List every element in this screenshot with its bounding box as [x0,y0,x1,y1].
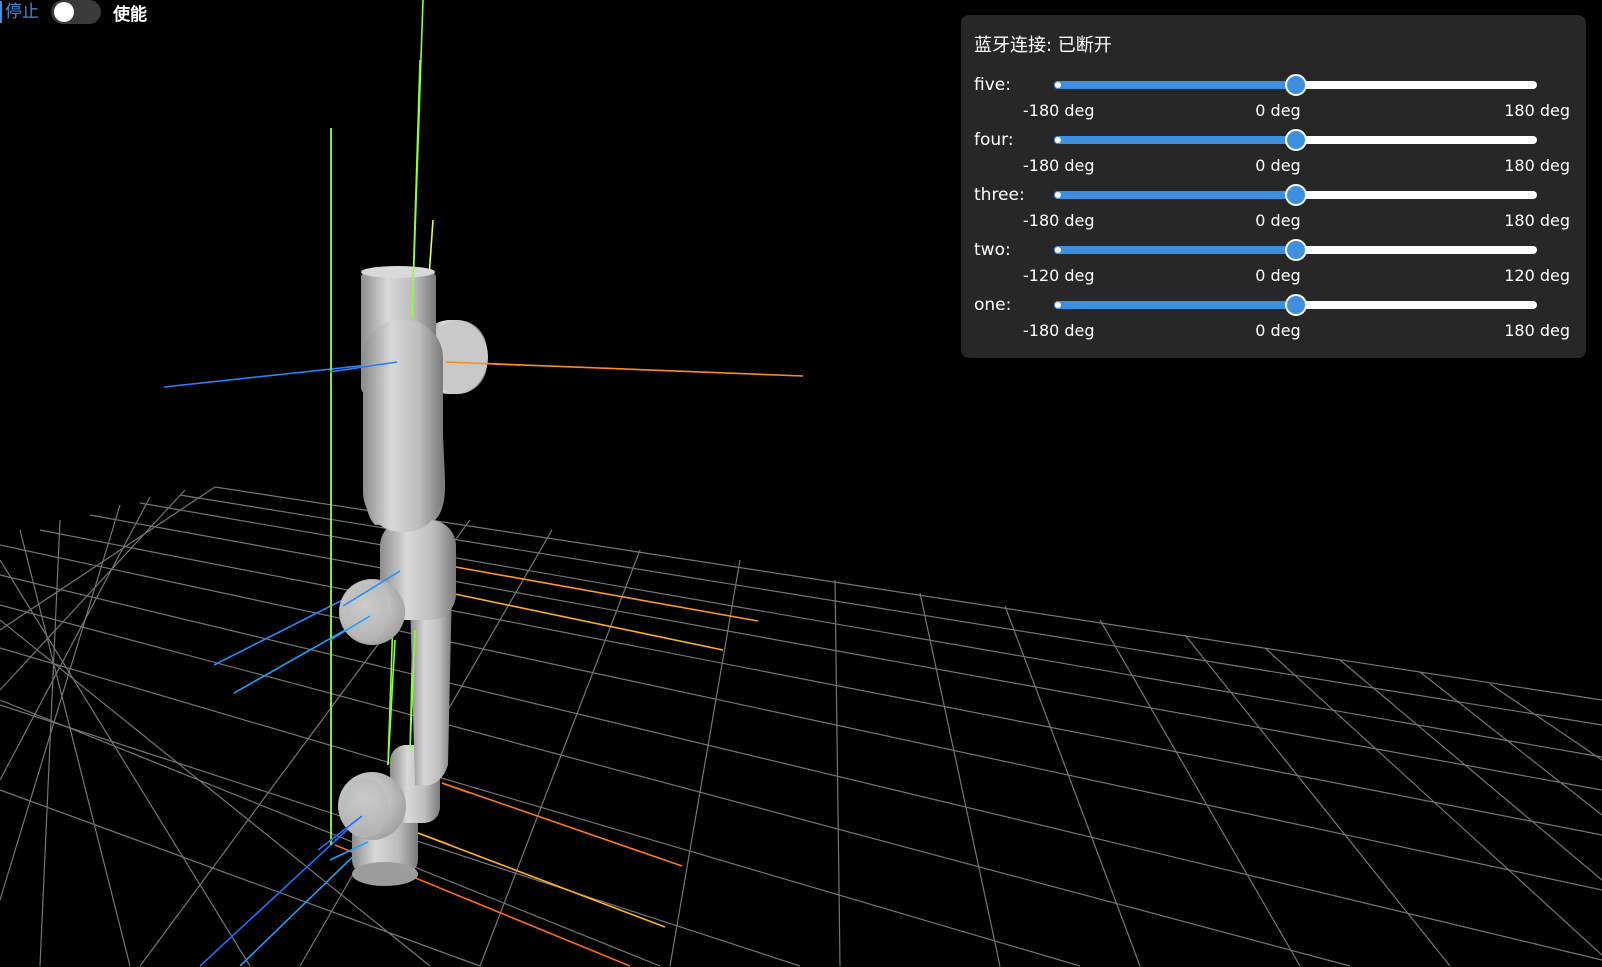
slider-min-label: -180 deg [1023,101,1095,120]
slider-mid-label: 0 deg [1255,266,1301,285]
slider-fill [1054,81,1296,89]
slider-start-dot [1055,82,1061,88]
toggle-knob [54,2,74,22]
slider-mid-label: 0 deg [1255,211,1301,230]
enable-toggle[interactable] [51,0,101,24]
slider-fill [1054,301,1296,309]
joint-slider[interactable] [1054,239,1537,261]
slider-mid-label: 0 deg [1255,156,1301,175]
joint-label: five: [974,75,1011,95]
slider-min-label: -180 deg [1023,211,1095,230]
slider-fill [1054,136,1296,144]
joint-label: four: [974,130,1014,150]
slider-fill [1054,191,1296,199]
slider-min-label: -180 deg [1023,156,1095,175]
joint-row: three: -180 deg 0 deg 180 deg [961,184,1586,240]
slider-max-label: 120 deg [1504,266,1570,285]
slider-mid-label: 0 deg [1255,101,1301,120]
slider-start-dot [1055,247,1061,253]
bluetooth-status: 蓝牙连接: 已断开 [974,35,1112,56]
slider-thumb[interactable] [1284,239,1307,261]
joint-label: two: [974,240,1011,260]
viewport[interactable]: 停止 使能 蓝牙连接: 已断开 five: -180 deg 0 deg 180 de… [0,0,1602,967]
slider-min-label: -180 deg [1023,321,1095,340]
joint-row: five: -180 deg 0 deg 180 deg [961,74,1586,130]
joint-slider[interactable] [1054,74,1537,96]
joint-label: three: [974,185,1025,205]
slider-max-label: 180 deg [1504,156,1570,175]
slider-start-dot [1055,192,1061,198]
slider-thumb[interactable] [1284,129,1307,151]
slider-thumb[interactable] [1284,74,1307,96]
slider-thumb[interactable] [1284,184,1307,206]
enable-label: 使能 [113,4,147,25]
ground-grid [0,486,1602,967]
joint-row: two: -120 deg 0 deg 120 deg [961,239,1586,295]
slider-thumb[interactable] [1284,294,1307,316]
slider-start-dot [1055,137,1061,143]
robot-arm-model[interactable] [338,266,488,886]
joint-slider[interactable] [1054,184,1537,206]
slider-max-label: 180 deg [1504,211,1570,230]
top-toolbar: 停止 使能 [0,0,147,25]
slider-max-label: 180 deg [1504,101,1570,120]
joint-axes [163,0,804,967]
joint-row: four: -180 deg 0 deg 180 deg [961,129,1586,185]
joint-row: one: -180 deg 0 deg 180 deg [961,294,1586,350]
joint-control-panel: 蓝牙连接: 已断开 five: -180 deg 0 deg 180 deg four:… [961,15,1586,358]
slider-start-dot [1055,302,1061,308]
slider-max-label: 180 deg [1504,321,1570,340]
slider-min-label: -120 deg [1023,266,1095,285]
joint-label: one: [974,295,1012,315]
joint-slider[interactable] [1054,294,1537,316]
stop-button[interactable]: 停止 [0,1,39,23]
slider-fill [1054,246,1296,254]
slider-mid-label: 0 deg [1255,321,1301,340]
joint-slider[interactable] [1054,129,1537,151]
